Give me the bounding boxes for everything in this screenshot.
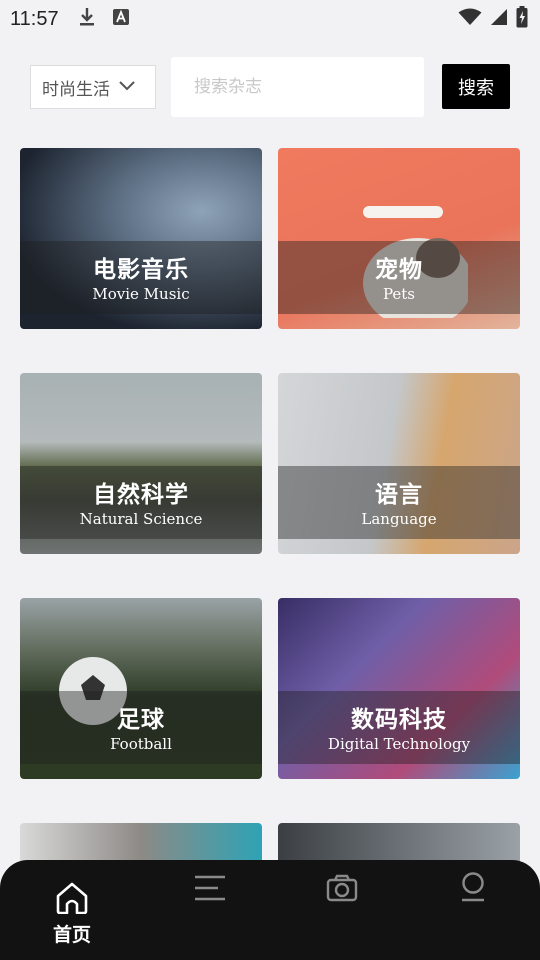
- menu-icon: [194, 860, 226, 906]
- category-card-movie-music[interactable]: 电影音乐 Movie Music: [20, 148, 262, 329]
- card-title-en: Natural Science: [79, 510, 203, 528]
- cellular-icon: [490, 8, 508, 30]
- search-input[interactable]: [171, 57, 424, 117]
- category-card-pets[interactable]: 宠物 Pets: [278, 148, 520, 329]
- card-title-en: Football: [110, 735, 172, 753]
- chevron-down-icon: [118, 77, 136, 97]
- nav-item-list[interactable]: [165, 860, 255, 960]
- battery-icon: [516, 6, 528, 32]
- user-icon: [460, 860, 486, 906]
- status-time: 11:57: [10, 7, 59, 30]
- category-dropdown-value: 时尚生活: [42, 79, 110, 100]
- card-title-cn: 宠物: [375, 256, 423, 283]
- nav-label-home: 首页: [52, 924, 91, 946]
- wifi-icon: [458, 8, 482, 30]
- camera-icon: [326, 860, 358, 906]
- a-badge-icon: [112, 9, 129, 29]
- card-title-cn: 自然科学: [93, 481, 189, 508]
- card-title-cn: 电影音乐: [93, 256, 189, 283]
- nav-item-camera[interactable]: [297, 860, 387, 960]
- category-card-digital-technology[interactable]: 数码科技 Digital Technology: [278, 598, 520, 779]
- search-row: 时尚生活 搜索: [30, 57, 510, 117]
- card-title-en: Movie Music: [92, 285, 190, 303]
- card-title-cn: 足球: [117, 706, 165, 733]
- category-card-language[interactable]: 语言 Language: [278, 373, 520, 554]
- card-title-en: Digital Technology: [327, 735, 471, 753]
- search-button[interactable]: 搜索: [442, 64, 510, 109]
- bottom-nav: 首页: [0, 860, 540, 960]
- nav-item-home[interactable]: 首页: [27, 860, 117, 960]
- card-title-en: Pets: [382, 285, 416, 303]
- card-title-en: Language: [361, 510, 437, 528]
- category-card-football[interactable]: 足球 Football: [20, 598, 262, 779]
- category-card-natural-science[interactable]: 自然科学 Natural Science: [20, 373, 262, 554]
- category-dropdown[interactable]: 时尚生活: [30, 65, 156, 109]
- nav-item-profile[interactable]: [428, 860, 518, 960]
- card-title-cn: 数码科技: [351, 706, 447, 733]
- status-bar: 11:57: [0, 0, 540, 38]
- home-icon: [55, 860, 89, 918]
- download-icon: [79, 7, 95, 31]
- card-title-cn: 语言: [375, 481, 423, 508]
